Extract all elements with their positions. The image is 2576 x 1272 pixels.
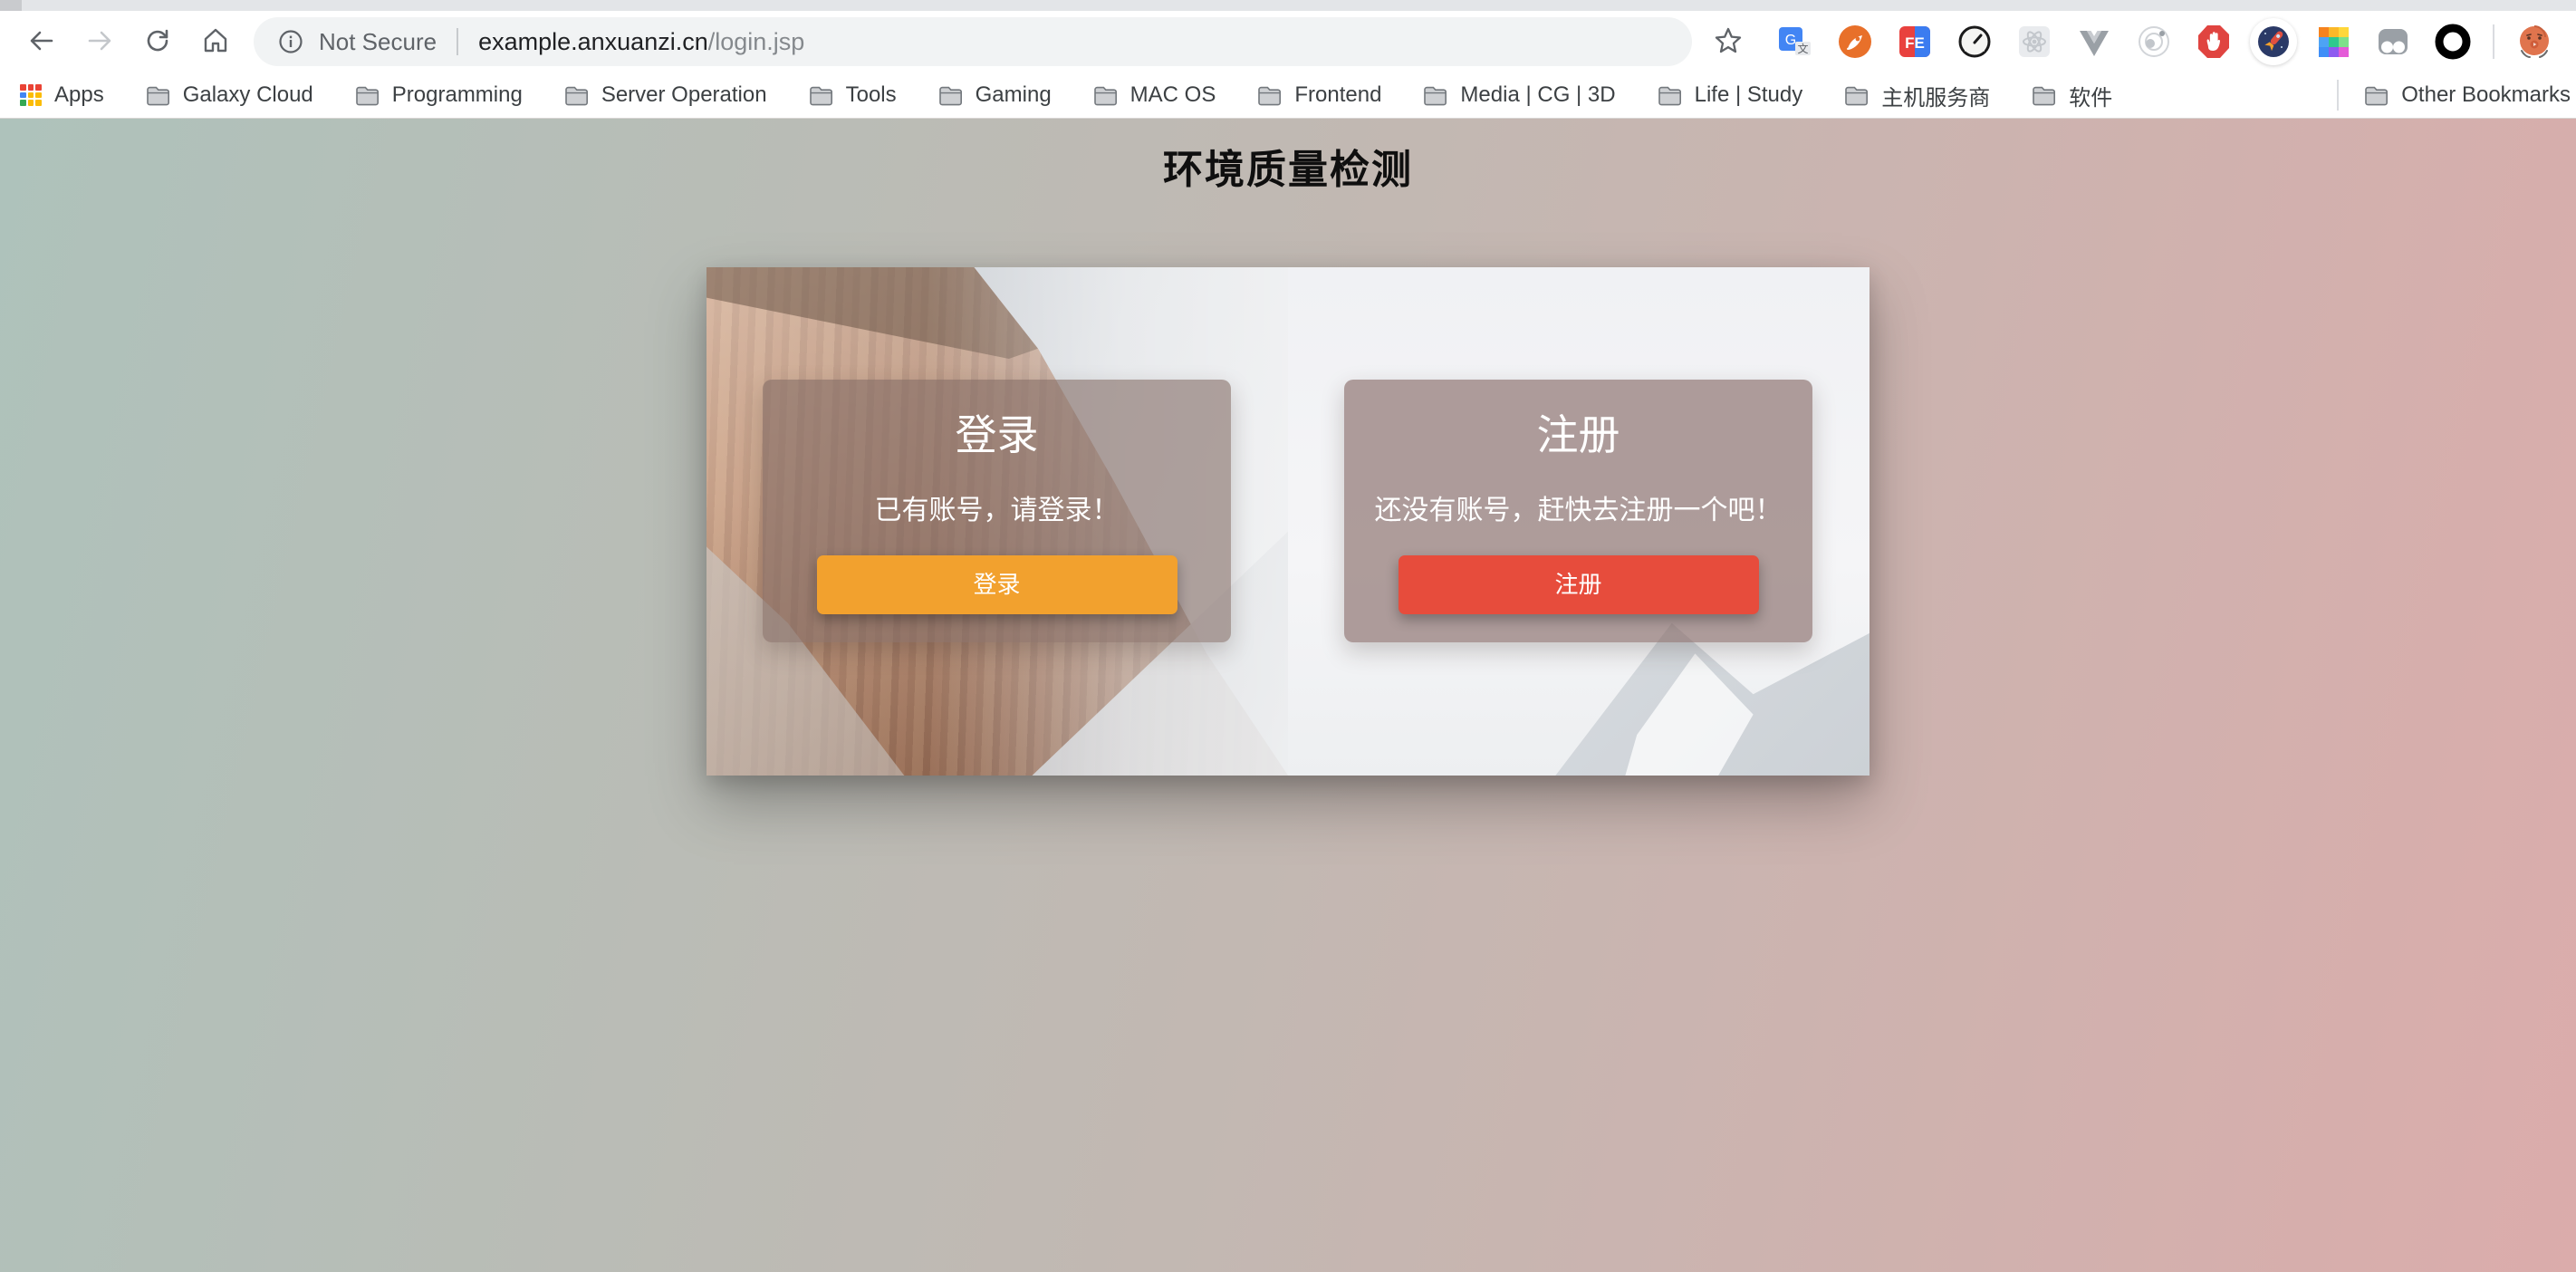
bookmark-label: Life | Study xyxy=(1695,82,1803,108)
bookmark-folder-life-study[interactable]: Life | Study xyxy=(1658,82,1803,108)
fe-helper-extension-icon[interactable]: FE xyxy=(1897,24,1933,60)
omnibox-divider xyxy=(457,28,458,55)
page-title: 环境质量检测 xyxy=(0,119,2576,195)
register-card-title: 注册 xyxy=(1344,414,1812,456)
color-grid-extension-icon[interactable] xyxy=(2315,24,2351,60)
rocket-night-extension-icon[interactable] xyxy=(2250,18,2297,65)
react-devtools-extension-icon[interactable] xyxy=(2016,24,2052,60)
info-icon[interactable] xyxy=(277,28,304,55)
bookmark-folder-software[interactable]: 软件 xyxy=(2032,80,2112,111)
login-card-subtitle: 已有账号，请登录！ xyxy=(763,497,1231,525)
bookmark-label: Frontend xyxy=(1294,82,1381,108)
vue-devtools-extension-icon[interactable] xyxy=(2076,24,2112,60)
bookmark-star-button[interactable] xyxy=(1706,24,1750,61)
folder-icon xyxy=(1257,85,1282,106)
toolbar-separator xyxy=(2493,24,2494,59)
folder-icon xyxy=(146,85,170,106)
profile-avatar[interactable] xyxy=(2513,20,2556,63)
adblock-extension-icon[interactable] xyxy=(2196,24,2232,60)
bookmark-label: Server Operation xyxy=(601,82,767,108)
bookmarks-bar: Apps Galaxy Cloud Programming Server Ope… xyxy=(0,72,2576,119)
bookmark-label: MAC OS xyxy=(1130,82,1216,108)
register-card-subtitle: 还没有账号，赶快去注册一个吧！ xyxy=(1344,497,1812,525)
register-card: 注册 还没有账号，赶快去注册一个吧！ 注册 xyxy=(1344,380,1812,642)
google-translate-extension-icon[interactable]: G文 xyxy=(1777,24,1813,60)
folder-icon xyxy=(1658,85,1682,106)
browser-toolbar: Not Secure example.anxuanzi.cn/login.jsp… xyxy=(0,11,2576,72)
folder-icon xyxy=(809,85,833,106)
forward-button[interactable] xyxy=(80,22,120,62)
folder-icon xyxy=(1844,85,1869,106)
bookmark-label: 软件 xyxy=(2069,80,2112,111)
bookmark-apps[interactable]: Apps xyxy=(20,82,104,108)
bookmark-label: Gaming xyxy=(976,82,1052,108)
browser-window: Not Secure example.anxuanzi.cn/login.jsp… xyxy=(0,0,2576,1272)
bookmark-folder-tools[interactable]: Tools xyxy=(809,82,897,108)
tab-strip xyxy=(0,0,2576,11)
bookmarks-separator xyxy=(2337,80,2339,111)
rocket-orange-extension-icon[interactable] xyxy=(1837,24,1873,60)
svg-text:G: G xyxy=(1785,33,1796,48)
tab-edge xyxy=(0,0,22,11)
folder-icon xyxy=(938,85,963,106)
folder-icon xyxy=(2364,85,2389,106)
home-button[interactable] xyxy=(196,22,235,62)
orbit-extension-icon[interactable] xyxy=(2136,24,2172,60)
bookmark-label: Apps xyxy=(54,82,104,108)
bookmark-folder-hosting[interactable]: 主机服务商 xyxy=(1844,80,1990,111)
bookmark-other-bookmarks[interactable]: Other Bookmarks xyxy=(2364,82,2571,108)
url-domain: example.anxuanzi.cn xyxy=(478,28,708,55)
login-register-panel: 登录 已有账号，请登录！ 登录 注册 还没有账号，赶快去注册一个吧！ 注册 xyxy=(706,267,1870,776)
bookmark-label: Other Bookmarks xyxy=(2401,82,2571,108)
reload-button[interactable] xyxy=(138,22,178,62)
black-ring-extension-icon[interactable] xyxy=(2435,24,2471,60)
folder-icon xyxy=(564,85,589,106)
folder-icon xyxy=(355,85,380,106)
bookmark-label: 主机服务商 xyxy=(1881,80,1990,111)
folder-icon xyxy=(1093,85,1118,106)
speed-gauge-extension-icon[interactable] xyxy=(1956,24,1993,60)
svg-text:文: 文 xyxy=(1797,42,1808,55)
extensions-row: G文 FE xyxy=(1777,18,2471,65)
bookmark-folder-media-cg-3d[interactable]: Media | CG | 3D xyxy=(1423,82,1615,108)
folder-icon xyxy=(2032,85,2056,106)
bookmark-folder-galaxy-cloud[interactable]: Galaxy Cloud xyxy=(146,82,313,108)
forward-icon xyxy=(84,25,115,59)
bookmark-folder-mac-os[interactable]: MAC OS xyxy=(1093,82,1216,108)
reload-icon xyxy=(142,25,173,59)
url-text: example.anxuanzi.cn/login.jsp xyxy=(478,28,804,56)
svg-text:FE: FE xyxy=(1905,34,1925,52)
star-icon xyxy=(1712,24,1745,60)
register-button[interactable]: 注册 xyxy=(1399,555,1759,614)
bookmark-label: Tools xyxy=(846,82,897,108)
security-label: Not Secure xyxy=(319,28,437,56)
login-card: 登录 已有账号，请登录！ 登录 xyxy=(763,380,1231,642)
back-button[interactable] xyxy=(22,22,62,62)
folder-icon xyxy=(1423,85,1447,106)
bookmark-folder-server-operation[interactable]: Server Operation xyxy=(564,82,767,108)
apps-grid-icon xyxy=(20,84,42,106)
hero-photo-left: 登录 已有账号，请登录！ 登录 xyxy=(706,267,1288,776)
login-button[interactable]: 登录 xyxy=(817,555,1177,614)
home-icon xyxy=(200,25,231,59)
bookmark-folder-gaming[interactable]: Gaming xyxy=(938,82,1052,108)
bookmark-folder-frontend[interactable]: Frontend xyxy=(1257,82,1381,108)
bookmark-label: Programming xyxy=(392,82,523,108)
bookmark-folder-programming[interactable]: Programming xyxy=(355,82,523,108)
login-card-title: 登录 xyxy=(763,414,1231,456)
bookmark-label: Galaxy Cloud xyxy=(183,82,313,108)
hero-photo-right: 注册 还没有账号，赶快去注册一个吧！ 注册 xyxy=(1288,267,1870,776)
bookmark-label: Media | CG | 3D xyxy=(1460,82,1615,108)
back-icon xyxy=(26,25,57,59)
url-path: /login.jsp xyxy=(708,28,805,55)
gray-goggles-extension-icon[interactable] xyxy=(2375,24,2411,60)
page-content: 环境质量检测 登录 已有账号，请登录！ 登录 注册 还没有账 xyxy=(0,119,2576,1272)
address-bar[interactable]: Not Secure example.anxuanzi.cn/login.jsp xyxy=(254,17,1692,66)
